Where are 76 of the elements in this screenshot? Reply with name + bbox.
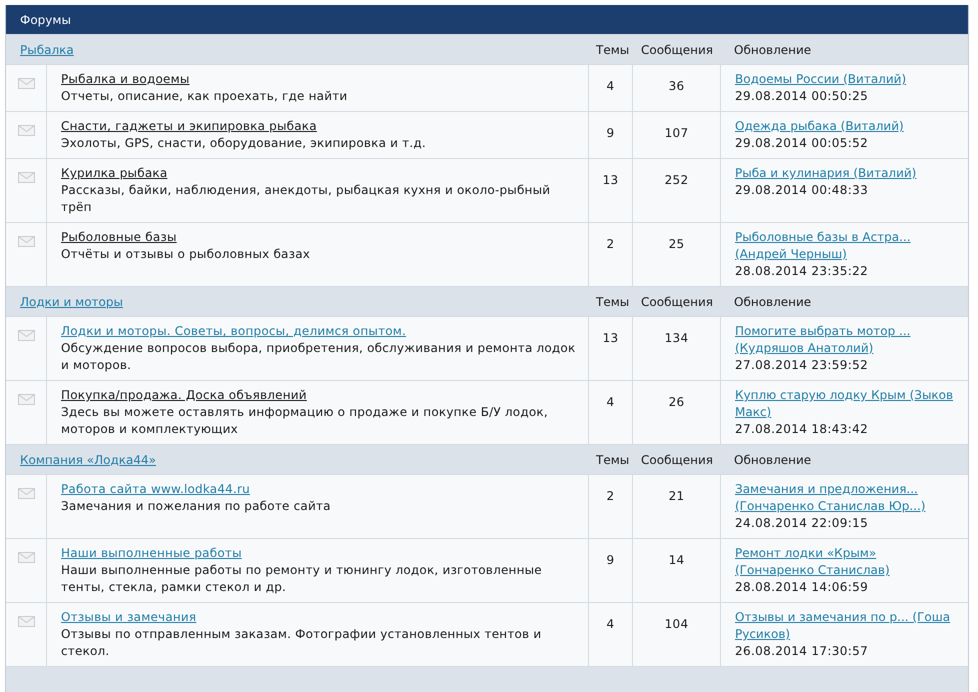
last-post-date: 29.08.2014 00:05:52: [735, 136, 868, 150]
last-post-date: 27.08.2014 23:59:52: [735, 358, 868, 372]
forum-description: Рассказы, байки, наблюдения, анекдоты, рыбацкая кухня и около-рыбный трёп: [61, 182, 552, 216]
last-post-date: 28.08.2014 23:35:22: [735, 264, 868, 278]
envelope-icon: [18, 330, 34, 341]
forum-title-link[interactable]: Снасти, гаджеты и экипировка рыбака: [61, 119, 317, 133]
posts-count: 26: [668, 395, 684, 409]
column-header: Обновление: [734, 42, 812, 56]
topics-count: 13: [602, 331, 618, 345]
header-title: Форумы: [20, 12, 71, 26]
last-post-link[interactable]: Замечания и предложения... (Гончаренко Станислав Юр...): [735, 481, 958, 515]
last-post-date: 27.08.2014 18:43:42: [735, 422, 868, 436]
last-post-date: 26.08.2014 17:30:57: [735, 644, 868, 658]
posts-count: 107: [664, 126, 688, 140]
envelope-icon: [18, 78, 34, 89]
topics-count: 9: [606, 553, 614, 567]
posts-count: 14: [668, 553, 684, 567]
last-post-link[interactable]: Помогите выбрать мотор ... (Кудряшов Анатолий): [735, 323, 958, 357]
topics-count: 2: [606, 237, 614, 251]
envelope-icon: [18, 125, 34, 136]
forum-title-link[interactable]: Наши выполненные работы: [61, 546, 242, 560]
category-link[interactable]: Рыбалка: [20, 42, 74, 56]
posts-count: 25: [668, 237, 684, 251]
posts-count: 21: [668, 489, 684, 503]
forum-description: Обсуждение вопросов выбора, приобретения, обслуживания и ремонта лодок и моторов.: [61, 340, 576, 374]
topics-count: 4: [606, 617, 614, 631]
last-post-date: 29.08.2014 00:50:25: [735, 89, 868, 103]
category-link[interactable]: Компания «Лодка44»: [20, 452, 156, 466]
forum-description: Замечания и пожелания по работе сайта: [61, 498, 332, 515]
forum-title-link[interactable]: Рыбалка и водоемы: [61, 72, 190, 86]
last-post-date: 24.08.2014 22:09:15: [735, 516, 868, 530]
last-post-link[interactable]: Ремонт лодки «Крым» (Гончаренко Станислав): [735, 545, 958, 579]
forum-title-link[interactable]: Отзывы и замечания: [61, 610, 196, 624]
last-post-link[interactable]: Рыба и кулинария (Виталий): [735, 165, 916, 182]
topics-count: 4: [606, 79, 614, 93]
column-header: Обновление: [734, 294, 812, 308]
posts-count: 36: [668, 79, 684, 93]
topics-count: 4: [606, 395, 614, 409]
envelope-icon: [18, 616, 34, 627]
last-post-link[interactable]: Одежда рыбака (Виталий): [735, 118, 904, 135]
forum-title-link[interactable]: Работа сайта www.lodka44.ru: [61, 482, 250, 496]
envelope-icon: [18, 394, 34, 405]
category-link[interactable]: Лодки и моторы: [20, 294, 123, 308]
envelope-icon: [18, 552, 34, 563]
posts-count: 104: [664, 617, 688, 631]
envelope-icon: [18, 488, 34, 499]
posts-count: 134: [664, 331, 688, 345]
forum-description: Эхолоты, GPS, снасти, оборудование, экипировка и т.д.: [61, 135, 427, 152]
forum-title-link[interactable]: Курилка рыбака: [61, 166, 168, 180]
last-post-link[interactable]: Водоемы России (Виталий): [735, 71, 906, 88]
forum-description: Отчеты, описание, как проехать, где найти: [61, 88, 348, 105]
column-header: Сообщения: [641, 42, 714, 56]
column-header: Обновление: [734, 452, 812, 466]
topics-count: 2: [606, 489, 614, 503]
forum-description: Наши выполненные работы по ремонту и тюнингу лодок, изготовленные тенты, стекла, рамки стекол и др.: [61, 562, 543, 596]
topics-count: 13: [602, 173, 618, 187]
posts-count: 252: [664, 173, 688, 187]
last-post-link[interactable]: Куплю старую лодку Крым (Зыков Макс): [735, 387, 958, 421]
column-header: Темы: [596, 42, 630, 56]
forum-title-link[interactable]: Рыболовные базы: [61, 230, 177, 244]
forum-description: Здесь вы можете оставлять информацию о продаже и покупке Б/У лодок, моторов и комплектующих: [61, 404, 549, 438]
column-header: Темы: [596, 452, 630, 466]
forum-description: Отзывы по отправленным заказам. Фотографии установленных тентов и стекол.: [61, 626, 542, 660]
last-post-date: 28.08.2014 14:06:59: [735, 580, 868, 594]
column-header: Сообщения: [641, 294, 714, 308]
forum-title-link[interactable]: Лодки и моторы. Советы, вопросы, делимся опытом.: [61, 324, 406, 338]
envelope-icon: [18, 172, 34, 183]
envelope-icon: [18, 236, 34, 247]
forum-description: Отчёты и отзывы о рыболовных базах: [61, 246, 312, 263]
topics-count: 9: [606, 126, 614, 140]
column-header: Темы: [596, 294, 630, 308]
forum-title-link[interactable]: Покупка/продажа. Доска объявлений: [61, 388, 307, 402]
column-header: Сообщения: [641, 452, 714, 466]
last-post-date: 29.08.2014 00:48:33: [735, 183, 868, 197]
last-post-link[interactable]: Рыболовные базы в Астра... (Андрей Черныш): [735, 229, 958, 263]
last-post-link[interactable]: Отзывы и замечания по р... (Гоша Русиков): [735, 609, 958, 643]
